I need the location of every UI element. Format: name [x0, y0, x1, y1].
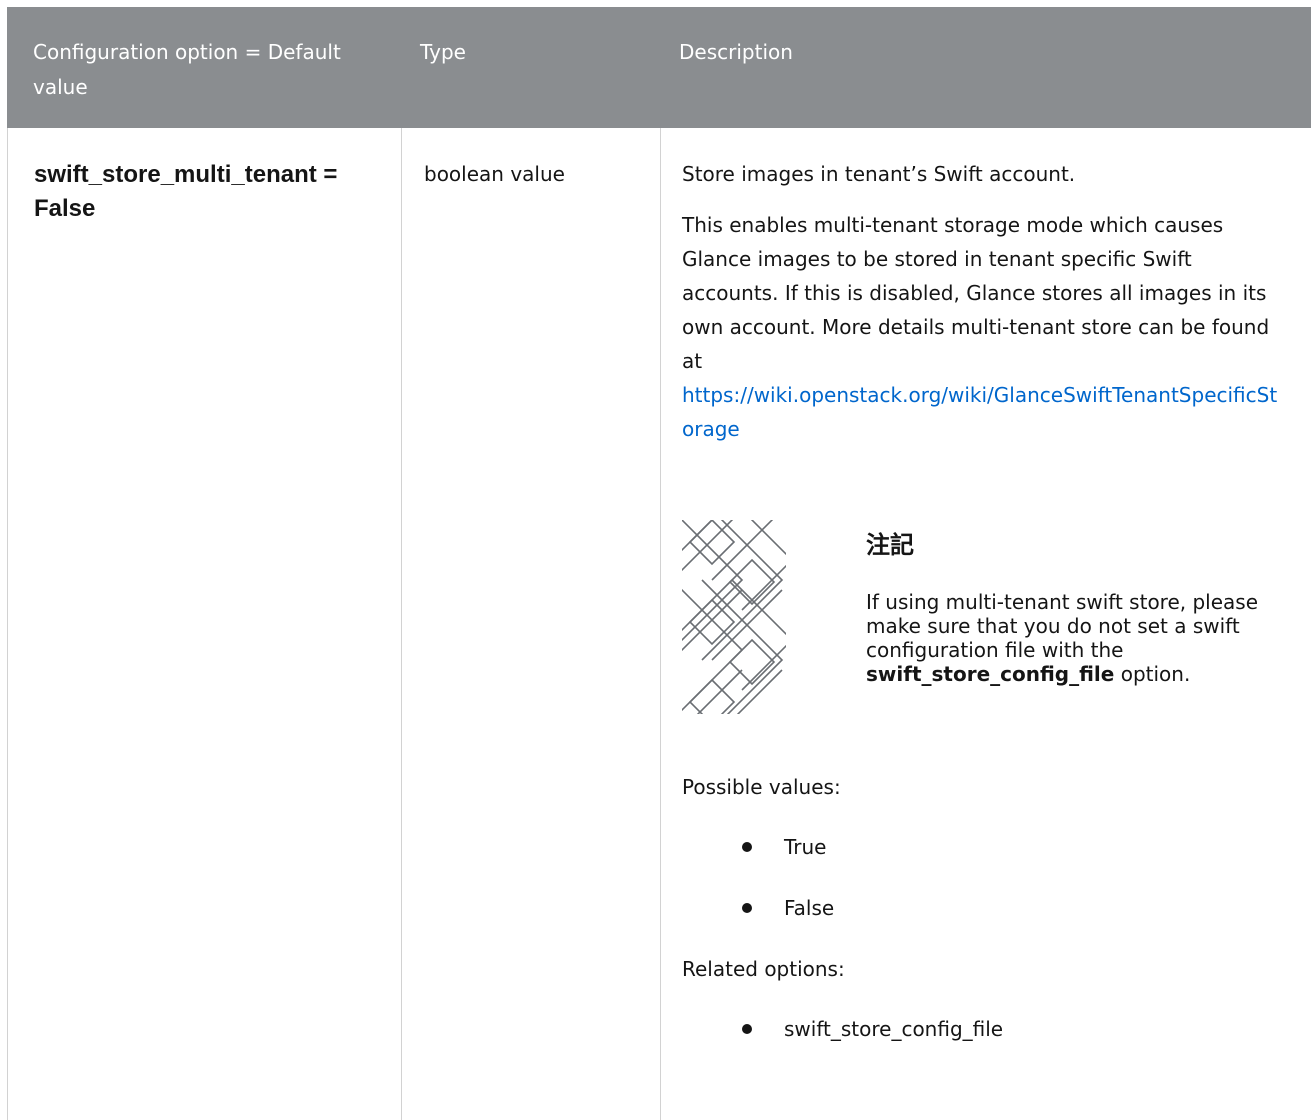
- config-table: Configuration option = Default value Typ…: [7, 7, 1311, 1120]
- note-option-name: swift_store_config_file: [866, 662, 1115, 686]
- list-item: True: [742, 830, 834, 891]
- type-cell: boolean value: [424, 162, 565, 186]
- list-item: swift_store_config_file: [742, 1012, 1003, 1073]
- column-divider: [401, 128, 402, 1120]
- possible-values-label: Possible values:: [682, 775, 841, 799]
- table-header: Configuration option = Default value Typ…: [7, 7, 1311, 128]
- table-row: swift_store_multi_tenant = False boolean…: [7, 128, 1311, 1120]
- bullet-dot-icon: [742, 1024, 752, 1034]
- related-options-list: swift_store_config_file: [742, 1012, 1003, 1073]
- related-options-label: Related options:: [682, 957, 845, 981]
- config-option-cell: swift_store_multi_tenant = False: [34, 161, 338, 222]
- note-body: If using multi-tenant swift store, pleas…: [866, 590, 1296, 686]
- wiki-link[interactable]: https://wiki.openstack.org/wiki/GlanceSw…: [682, 378, 1288, 446]
- note-admonition: 注記 If using multi-tenant swift store, pl…: [682, 520, 1292, 720]
- description-summary: Store images in tenant’s Swift account.: [682, 162, 1076, 186]
- possible-value: True: [784, 835, 827, 859]
- list-item: False: [742, 891, 834, 952]
- bullet-dot-icon: [742, 903, 752, 913]
- header-config-option: Configuration option = Default value: [33, 40, 341, 99]
- description-cell: Store images in tenant’s Swift account. …: [682, 160, 1292, 1041]
- bullet-dot-icon: [742, 842, 752, 852]
- possible-value: False: [784, 896, 835, 920]
- note-text: If using multi-tenant swift store, pleas…: [866, 590, 1259, 662]
- note-text-after: option.: [1120, 662, 1191, 686]
- note-title: 注記: [866, 531, 914, 559]
- description-detail: This enables multi-tenant storage mode w…: [682, 208, 1292, 446]
- related-option: swift_store_config_file: [784, 1017, 1004, 1041]
- header-description: Description: [679, 40, 793, 64]
- possible-values-list: True False: [742, 830, 834, 952]
- note-pattern-icon: [682, 520, 786, 714]
- header-type: Type: [420, 40, 466, 64]
- description-detail-text: This enables multi-tenant storage mode w…: [682, 213, 1270, 373]
- column-divider: [660, 128, 661, 1120]
